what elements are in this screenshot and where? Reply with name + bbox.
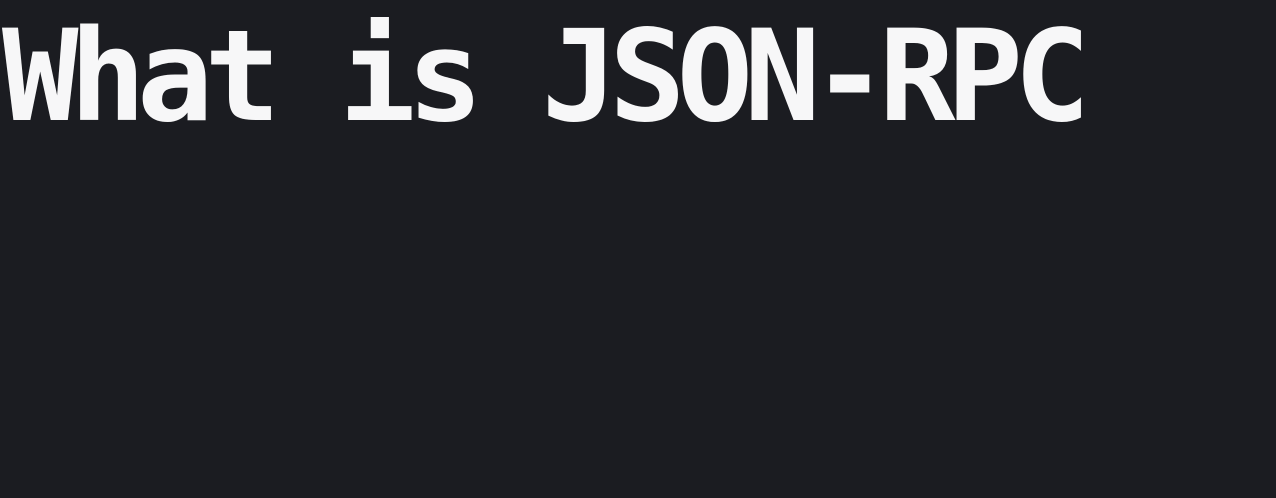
slide-title: What is JSON-RPC (2, 2, 1090, 150)
slide-canvas: What is JSON-RPC (0, 0, 1276, 498)
